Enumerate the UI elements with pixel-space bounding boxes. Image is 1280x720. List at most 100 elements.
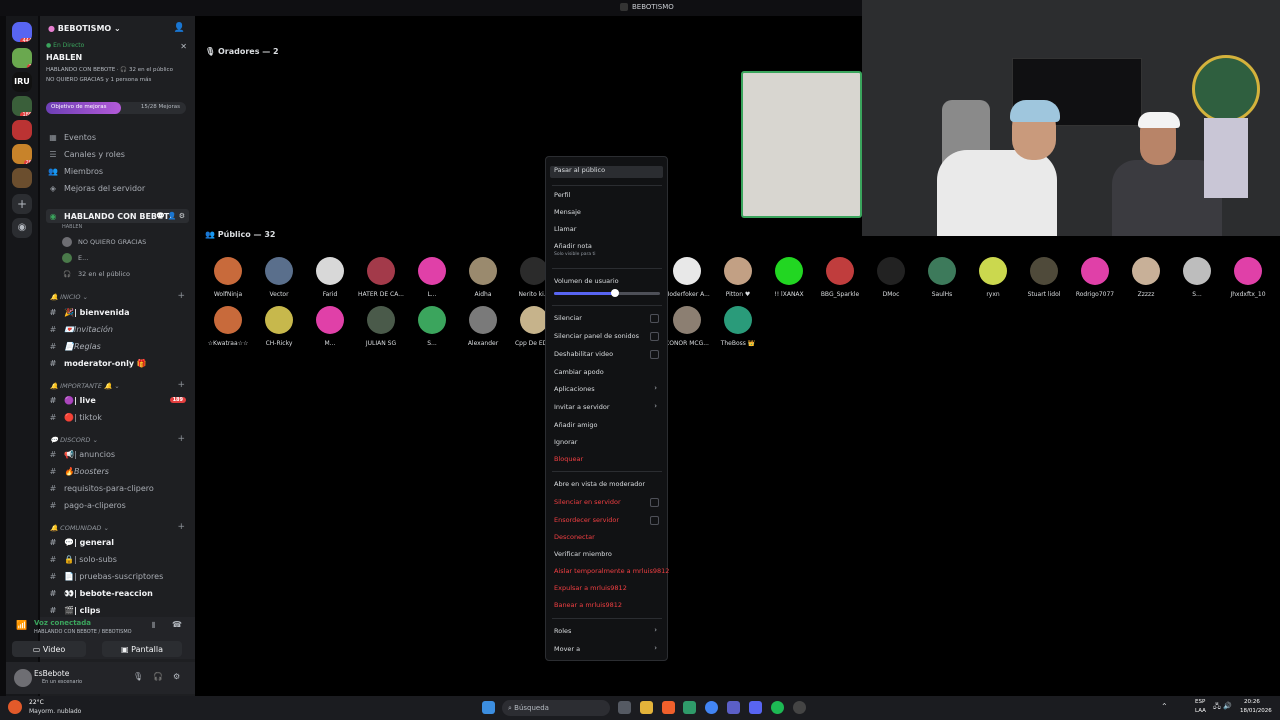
menu-add-note[interactable]: Añadir nota <box>554 242 592 250</box>
live-stage-card[interactable]: ● En Directo ✕ HABLEN HABLANDO CON BEBOT… <box>46 42 189 134</box>
audience-member[interactable]: TheBoss 👑 <box>713 306 763 347</box>
audience-member[interactable]: Jhxdxftx_10 <box>1223 257 1273 298</box>
volume-knob[interactable] <box>611 289 620 297</box>
server-icon[interactable] <box>12 168 32 188</box>
menu-mute-soundboard[interactable]: Silenciar panel de sonidos <box>554 332 639 340</box>
server-icon-active[interactable] <box>12 120 32 140</box>
category-discord[interactable]: 💬 DISCORD ⌄ <box>50 436 98 444</box>
boost-goal-bar[interactable]: Objetivo de mejoras 15/28 Mejoras <box>46 102 186 114</box>
obs-icon[interactable] <box>793 701 806 714</box>
explore-icon[interactable]: ◉ <box>12 218 32 238</box>
menu-mute[interactable]: Silenciar <box>554 314 582 322</box>
discord-icon[interactable] <box>749 701 762 714</box>
screen-share-button[interactable]: ▣ Pantalla <box>102 641 182 657</box>
menu-server-deafen[interactable]: Ensordecer servidor <box>554 516 619 524</box>
menu-move-to[interactable]: Mover a <box>554 645 580 653</box>
menu-mod-view[interactable]: Abre en vista de moderador <box>554 480 645 488</box>
menu-add-friend[interactable]: Añadir amigo <box>554 421 597 429</box>
menu-ignore[interactable]: Ignorar <box>554 438 577 446</box>
channel-live[interactable]: # 🟣 | live 189 <box>48 393 188 407</box>
audience-member[interactable]: CONOR MCG... <box>662 306 712 347</box>
channel-reglas[interactable]: # 📄 Reglas <box>48 339 101 353</box>
audience-member[interactable]: WolfNinja <box>203 257 253 298</box>
audience-member[interactable]: HATER DE CA... <box>356 257 406 298</box>
nav-members[interactable]: 👥 Miembros <box>48 164 103 178</box>
channel-clips[interactable]: # 🎬 | clips <box>48 603 101 617</box>
user-volume-slider[interactable] <box>554 289 660 297</box>
menu-disconnect[interactable]: Desconectar <box>554 533 595 541</box>
audience-member[interactable]: Alexander <box>458 306 508 347</box>
audience-member[interactable]: L... <box>407 257 457 298</box>
speaker-video-tile[interactable] <box>741 71 862 218</box>
channel-pruebas[interactable]: # 📄 | pruebas-suscriptores <box>48 569 164 583</box>
add-server-icon[interactable]: + <box>12 194 32 214</box>
add-channel-icon[interactable]: + <box>177 291 185 301</box>
add-channel-icon[interactable]: + <box>177 522 185 532</box>
voice-member[interactable]: E... <box>62 251 88 265</box>
clock-time[interactable]: 20:26 <box>1244 699 1260 705</box>
close-icon[interactable]: ✕ <box>180 42 187 51</box>
teams-icon[interactable] <box>727 701 740 714</box>
menu-timeout[interactable]: Aislar temporalmente a mrluis9812 <box>554 567 669 575</box>
server-icon[interactable]: 189 <box>12 96 32 116</box>
channel-general[interactable]: # 💬 | general <box>48 535 114 549</box>
mute-checkbox[interactable] <box>650 314 659 323</box>
discord-home-icon[interactable]: 444 <box>12 22 32 42</box>
menu-server-mute[interactable]: Silenciar en servidor <box>554 498 621 506</box>
network-volume-icons[interactable]: 🖧 🔊 <box>1213 702 1232 713</box>
audience-member[interactable]: Aidha <box>458 257 508 298</box>
channel-actions-icon[interactable]: 💬 👤 ⚙ <box>156 212 185 220</box>
audience-member[interactable]: Rodrigo7077 <box>1070 257 1120 298</box>
menu-profile[interactable]: Perfil <box>554 191 570 199</box>
lang-code[interactable]: ESP <box>1195 699 1205 705</box>
nav-eventos[interactable]: ▦ Eventos <box>48 130 96 144</box>
video-checkbox[interactable] <box>650 350 659 359</box>
audience-member[interactable]: Farid <box>305 257 355 298</box>
audience-member[interactable]: ☆Kwatraa☆☆ <box>203 306 253 347</box>
spotify-icon[interactable] <box>771 701 784 714</box>
brave-icon[interactable] <box>662 701 675 714</box>
chevron-up-icon[interactable]: ⌃ <box>1161 702 1168 711</box>
add-channel-icon[interactable]: + <box>177 434 185 444</box>
audience-member[interactable]: Stuart lidol <box>1019 257 1069 298</box>
menu-disable-video[interactable]: Deshabilitar video <box>554 350 613 358</box>
audience-member[interactable]: M... <box>305 306 355 347</box>
category-importante[interactable]: 🔔 IMPORTANTE 🔔 ⌄ <box>50 382 120 390</box>
add-channel-icon[interactable]: + <box>177 380 185 390</box>
audience-member[interactable]: CH-Ricky <box>254 306 304 347</box>
audience-member[interactable]: !! lXANAX <box>764 257 814 298</box>
channel-invitacion[interactable]: # 💌 Invitación <box>48 322 113 336</box>
audience-member[interactable]: SaulHs <box>917 257 967 298</box>
weather-icon[interactable] <box>8 700 22 714</box>
microphone-icon[interactable]: 🎙 <box>133 672 143 681</box>
audience-member[interactable]: Moderfoker A... <box>662 257 712 298</box>
menu-ban[interactable]: Banear a mrluis9812 <box>554 601 622 609</box>
audience-member[interactable]: DMoc <box>866 257 916 298</box>
channel-solosubs[interactable]: # 🔒 | solo-subs <box>48 552 117 566</box>
menu-invite[interactable]: Invitar a servidor <box>554 403 610 411</box>
channel-moderator[interactable]: # moderator-only 🎁 <box>48 356 147 370</box>
taskbar-search[interactable]: ⌕ Búsqueda <box>502 700 610 716</box>
server-icon-iru[interactable]: IRU <box>12 72 32 92</box>
menu-block[interactable]: Bloquear <box>554 455 583 463</box>
menu-kick[interactable]: Expulsar a mrluis9812 <box>554 584 627 592</box>
audience-count[interactable]: 🎧 32 en el público <box>62 267 130 281</box>
category-inicio[interactable]: 🔔 INICIO ⌄ <box>50 293 88 301</box>
voice-channel-active[interactable]: ◉ HABLANDO CON BEBOTE 💬 👤 ⚙ <box>46 209 189 223</box>
server-header[interactable]: ● BEBOTISMO ⌄ <box>48 24 121 33</box>
menu-roles[interactable]: Roles <box>554 627 571 635</box>
noise-suppression-icon[interactable]: ⫴ <box>152 621 155 631</box>
audience-member[interactable]: S... <box>407 306 457 347</box>
audience-member[interactable]: S... <box>1172 257 1222 298</box>
menu-move-to-audience[interactable]: Pasar al público <box>550 166 663 178</box>
server-mute-checkbox[interactable] <box>650 498 659 507</box>
audience-member[interactable]: Zzzzz <box>1121 257 1171 298</box>
headphones-icon[interactable]: 🎧 <box>153 672 163 681</box>
nav-channels-roles[interactable]: ☰ Canales y roles <box>48 147 125 161</box>
app-icon[interactable] <box>683 701 696 714</box>
file-explorer-icon[interactable] <box>640 701 653 714</box>
channel-anuncios[interactable]: # 📢 | anuncios <box>48 447 115 461</box>
audience-member[interactable]: BBG_Sparkle <box>815 257 865 298</box>
category-comunidad[interactable]: 🔔 COMUNIDAD ⌄ <box>50 524 109 532</box>
server-icon[interactable]: 2 <box>12 48 32 68</box>
